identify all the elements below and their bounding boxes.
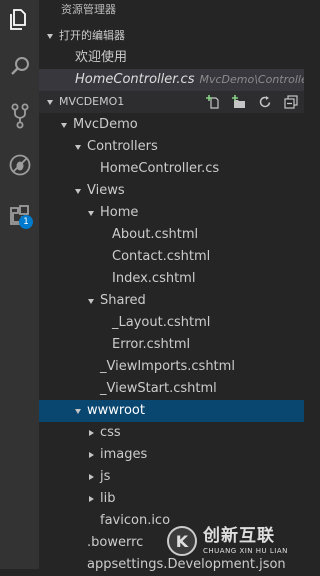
files-icon [9, 8, 30, 32]
explorer-sidebar: 资源管理器 打开的编辑器 欢迎使用 HomeController.cs MvcDe… [39, 0, 304, 572]
tree-item[interactable]: Controllers [39, 136, 304, 158]
extensions-activity-button[interactable]: 1 [0, 195, 39, 235]
chevron-down-icon [73, 136, 83, 158]
chevron-down-icon [45, 25, 55, 47]
tree-item-label: js [100, 469, 111, 484]
tree-item-label: Shared [100, 293, 146, 308]
tree-item-label: css [100, 425, 121, 440]
chevron-right-icon [86, 422, 96, 444]
tree-item-label: Controllers [87, 139, 158, 154]
tree-item[interactable]: Index.cshtml [39, 268, 304, 290]
open-editors-header[interactable]: 打开的编辑器 [39, 25, 304, 47]
tree-item-label: About.cshtml [112, 227, 199, 242]
open-editor-name: 欢迎使用 [75, 50, 128, 65]
chevron-down-icon [73, 180, 83, 202]
source-control-icon [10, 103, 30, 129]
chevron-down-icon [86, 290, 96, 312]
explorer-toolbar [206, 91, 298, 113]
tree-item[interactable]: HomeController.cs [39, 158, 304, 180]
new-file-icon[interactable] [206, 95, 220, 109]
open-editor-item[interactable]: HomeController.cs MvcDemo\Controllers [39, 69, 304, 91]
collapse-all-icon[interactable] [284, 95, 298, 109]
open-editors-title: 打开的编辑器 [59, 29, 125, 42]
tree-item[interactable]: _ViewImports.cshtml [39, 356, 304, 378]
tree-item[interactable]: Views [39, 180, 304, 202]
chevron-down-icon [73, 400, 83, 422]
tree-item[interactable]: lib [39, 488, 304, 510]
tree-item[interactable]: Shared [39, 290, 304, 312]
chevron-down-icon [59, 114, 69, 136]
tree-item-label: favicon.ico [100, 513, 171, 528]
debug-icon [8, 153, 32, 177]
tree-item[interactable]: _ViewStart.cshtml [39, 378, 304, 400]
sidebar-title: 资源管理器 [61, 3, 116, 16]
chevron-right-icon [86, 488, 96, 510]
chevron-down-icon [86, 202, 96, 224]
open-editor-item[interactable]: 欢迎使用 [39, 47, 304, 69]
tree-item-label: Error.cshtml [112, 337, 191, 352]
tree-item-label: MvcDemo [73, 117, 138, 132]
watermark-subtitle: CHUANG XIN HU LIAN [203, 546, 288, 555]
chevron-right-icon [86, 466, 96, 488]
search-icon [9, 55, 31, 77]
refresh-icon[interactable] [258, 95, 272, 109]
tree-item[interactable]: About.cshtml [39, 224, 304, 246]
tree-item-label: wwwroot [87, 403, 145, 418]
tree-item-label: _Layout.cshtml [112, 315, 211, 330]
project-title: MVCDEMO1 [59, 95, 125, 108]
source-control-activity-button[interactable] [0, 96, 39, 136]
search-activity-button[interactable] [0, 46, 39, 86]
activity-bar: 1 [0, 0, 39, 569]
tree-item-label: HomeController.cs [100, 161, 220, 176]
tree-item-label: _ViewImports.cshtml [100, 359, 235, 374]
watermark: K 创新互联 CHUANG XIN HU LIAN [167, 521, 299, 561]
new-folder-icon[interactable] [232, 95, 246, 109]
chevron-down-icon [45, 91, 55, 113]
tree-item[interactable]: Contact.cshtml [39, 246, 304, 268]
tree-item-label: lib [100, 491, 116, 506]
tree-item-label: Home [100, 205, 139, 220]
extensions-badge: 1 [19, 215, 33, 229]
tree-item[interactable]: js [39, 466, 304, 488]
tree-item[interactable]: images [39, 444, 304, 466]
explorer-activity-button[interactable] [0, 0, 39, 40]
tree-item-label: .bowerrc [87, 535, 144, 550]
tree-item-selected[interactable]: wwwroot [39, 400, 304, 422]
tree-item-label: _ViewStart.cshtml [100, 381, 217, 396]
tree-item[interactable]: Error.cshtml [39, 334, 304, 356]
tree-item-label: images [100, 447, 148, 462]
tree-item-label: Contact.cshtml [112, 249, 211, 264]
tree-item[interactable]: MvcDemo [39, 114, 304, 136]
tree-item-label: Index.cshtml [112, 271, 196, 286]
tree-item[interactable]: css [39, 422, 304, 444]
debug-activity-button[interactable] [0, 145, 39, 185]
watermark-name: 创新互联 [203, 525, 275, 546]
project-header[interactable]: MVCDEMO1 [39, 91, 304, 113]
open-editor-path: MvcDemo\Controllers [199, 73, 304, 86]
tree-item[interactable]: Home [39, 202, 304, 224]
tree-item-label: Views [87, 183, 125, 198]
open-editor-name: HomeController.cs [75, 72, 195, 87]
chevron-right-icon [86, 444, 96, 466]
watermark-logo: K [167, 526, 197, 556]
tree-item[interactable]: _Layout.cshtml [39, 312, 304, 334]
